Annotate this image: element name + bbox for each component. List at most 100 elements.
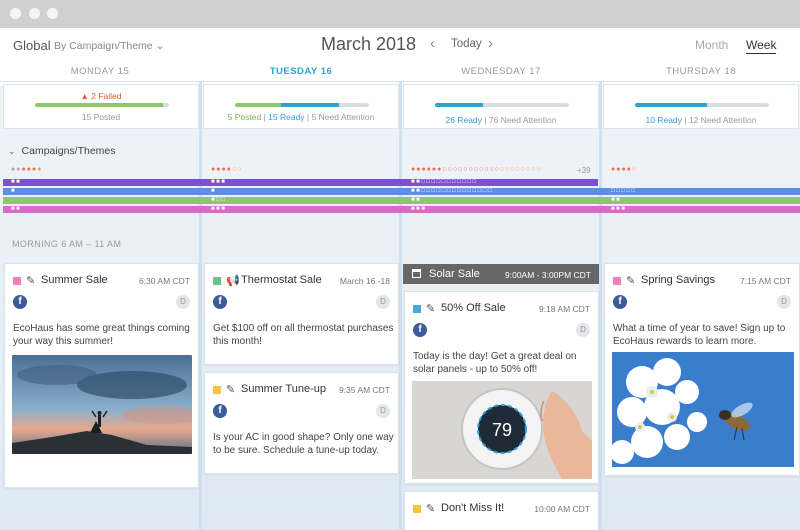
post-body: Get $100 off on all thermostat purchases… (213, 323, 394, 347)
calendar-icon (412, 269, 421, 278)
progress-bar (435, 103, 569, 107)
campaign-stripe[interactable] (3, 206, 800, 213)
month-view-tab[interactable]: Month (695, 38, 728, 52)
window-close-dot[interactable] (10, 8, 21, 19)
avatar[interactable]: D (576, 323, 590, 337)
stripe-post-marks: ■■ (411, 197, 422, 203)
progress-bar (235, 103, 369, 107)
time-block-label: MORNING 6 AM – 11 AM (12, 239, 122, 249)
status-counts: 26 Ready | 76 Need Attention (404, 115, 598, 125)
window-maximize-dot[interactable] (47, 8, 58, 19)
campaign-color-marker (13, 277, 21, 285)
window-minimize-dot[interactable] (29, 8, 40, 19)
scope-selector[interactable]: Global (13, 38, 51, 53)
post-card-dont-miss-it[interactable]: ✎ Don't Miss It! 10:00 AM CDT (404, 491, 599, 530)
status-summary-wednesday[interactable]: 26 Ready | 76 Need Attention (403, 84, 599, 129)
separator: | (263, 112, 266, 122)
separator: | (484, 115, 487, 125)
progress-bar (635, 103, 769, 107)
post-title: Spring Savings (641, 274, 715, 286)
avatar[interactable]: D (777, 295, 791, 309)
post-card-fifty-off-sale[interactable]: ✎ 50% Off Sale 9:18 AM CDT f D Today is … (404, 291, 599, 484)
campaign-color-marker (413, 305, 421, 313)
stripe-post-marks: ■■ (11, 179, 22, 185)
status-summary-thursday[interactable]: 10 Ready | 12 Need Attention (603, 84, 799, 129)
edit-icon[interactable]: ✎ (426, 302, 435, 315)
posted-segment (235, 103, 281, 107)
campaign-stripe[interactable] (3, 179, 598, 186)
day-header-monday: MONDAY 15 (70, 66, 130, 77)
status-summary-tuesday[interactable]: 5 Posted | 15 Ready | 5 Need Attention (203, 84, 399, 129)
post-body: EcoHaus has some great things coming you… (13, 323, 190, 347)
page-title: March 2018 (321, 34, 417, 54)
more-posts-count[interactable]: +39 (577, 166, 591, 175)
stripe-post-marks: ■■■ (611, 206, 627, 212)
megaphone-icon[interactable]: 📢 (226, 274, 240, 287)
post-body: What a time of year to save! Sign up to … (613, 323, 786, 347)
event-title: Solar Sale (429, 268, 480, 280)
failed-label: 2 Failed (91, 91, 122, 101)
post-image (612, 352, 794, 467)
post-body: Today is the day! Get a great deal on so… (413, 351, 577, 375)
chevron-down-icon: ⌄ (8, 146, 16, 156)
campaigns-toggle[interactable]: ⌄ Campaigns/Themes (8, 145, 116, 157)
warning-icon: ▲ (80, 91, 89, 101)
stripe-post-marks: ■■ (611, 197, 622, 203)
column-divider (599, 82, 602, 530)
post-card-spring-savings[interactable]: ✎ Spring Savings 7:15 AM CDT f D What a … (604, 263, 800, 476)
post-time: 9:18 AM CDT (538, 304, 590, 314)
facebook-icon: f (213, 295, 227, 309)
stripe-post-marks: ■■■ (211, 179, 227, 185)
post-dots-tuesday[interactable]: ●●●●○○ (211, 166, 242, 173)
post-card-summer-tuneup[interactable]: ✎ Summer Tune-up 9:35 AM CDT f D Is your… (204, 372, 399, 474)
posted-segment (35, 103, 163, 107)
failed-count: ▲ 2 Failed (4, 91, 198, 101)
post-title: Summer Sale (41, 274, 108, 286)
ready-segment (281, 103, 339, 107)
avatar[interactable]: D (376, 404, 390, 418)
next-week-button[interactable]: › (488, 35, 493, 52)
previous-week-button[interactable]: ‹ (430, 35, 435, 52)
ready-count: 26 Ready (445, 115, 482, 125)
status-summary-monday[interactable]: ▲ 2 Failed 15 Posted (3, 84, 199, 129)
today-button[interactable]: Today (451, 38, 482, 50)
post-image: 79 (412, 381, 592, 479)
avatar[interactable]: D (376, 295, 390, 309)
posted-count: 15 Posted (81, 112, 121, 122)
post-time: 7:15 AM CDT (739, 276, 791, 286)
status-counts: 10 Ready | 12 Need Attention (604, 115, 798, 125)
post-image (12, 355, 192, 454)
event-header-solar-sale[interactable]: Solar Sale 9:00AM - 3:00PM CDT (403, 264, 599, 284)
ready-segment (435, 103, 483, 107)
stripe-post-marks: ■■□□□□□□□□□□□□□□ (411, 188, 493, 194)
week-view-tab[interactable]: Week (746, 38, 777, 54)
progress-bar (35, 103, 169, 107)
post-dots-thursday[interactable]: ●●●●○ (611, 166, 637, 173)
group-by-dropdown[interactable]: By Campaign/Theme ⌄ (54, 40, 164, 52)
post-card-thermostat-sale[interactable]: 📢 Thermostat Sale March 16 -18 f D Get $… (204, 263, 399, 365)
facebook-icon: f (13, 295, 27, 309)
campaign-stripe[interactable] (3, 197, 800, 204)
edit-icon[interactable]: ✎ (626, 274, 635, 287)
campaign-color-marker (613, 277, 621, 285)
avatar[interactable]: D (176, 295, 190, 309)
post-dots-monday[interactable]: ●●●●●● (11, 166, 42, 173)
edit-icon[interactable]: ✎ (226, 383, 235, 396)
edit-icon[interactable]: ✎ (26, 274, 35, 287)
day-header-thursday: THURSDAY 18 (665, 66, 737, 77)
facebook-icon: f (213, 404, 227, 418)
ready-segment (635, 103, 707, 107)
campaign-color-marker (213, 277, 221, 285)
column-divider (199, 82, 202, 530)
post-dots-wednesday[interactable]: ●●●●●●○○○○○○○○○○○○○○○○○○○ (411, 166, 542, 173)
stripe-post-marks: ■ (211, 188, 217, 194)
post-time: 6:30 AM CDT (138, 276, 190, 286)
campaign-color-marker (413, 505, 421, 513)
post-time: 10:00 AM CDT (534, 504, 590, 514)
post-card-summer-sale[interactable]: ✎ Summer Sale 6:30 AM CDT f D EcoHaus ha… (4, 263, 199, 488)
campaign-stripe[interactable] (3, 188, 800, 195)
stripe-post-marks: ■■□□□□□□□□□□□ (411, 179, 478, 185)
facebook-icon: f (613, 295, 627, 309)
post-title: Thermostat Sale (241, 274, 322, 286)
edit-icon[interactable]: ✎ (426, 502, 435, 515)
